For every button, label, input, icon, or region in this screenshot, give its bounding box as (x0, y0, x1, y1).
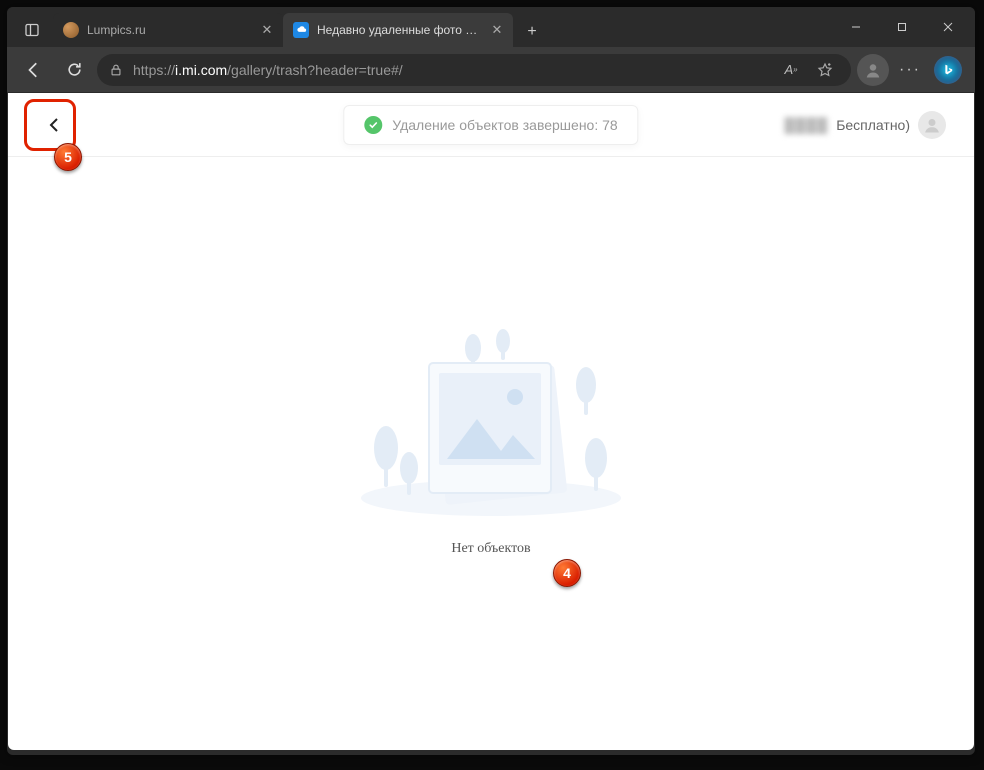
user-plan: Бесплатно) (836, 117, 910, 133)
empty-state: Нет объектов (8, 293, 974, 557)
close-window-button[interactable] (925, 11, 971, 43)
page-content: Удаление объектов завершено: 78 ████ Бесп… (8, 93, 974, 750)
empty-illustration (341, 293, 641, 523)
bing-icon (934, 56, 962, 84)
tab-actions-button[interactable] (15, 13, 49, 47)
bing-button[interactable] (931, 53, 965, 87)
read-aloud-icon[interactable]: A» (777, 56, 805, 84)
tab-title: Недавно удаленные фото и вид (317, 23, 481, 37)
tab-active[interactable]: Недавно удаленные фото и вид ✕ (283, 13, 513, 47)
favorite-icon[interactable] (811, 56, 839, 84)
empty-state-text: Нет объектов (451, 541, 530, 557)
refresh-button[interactable] (57, 53, 91, 87)
status-toast: Удаление объектов завершено: 78 (343, 105, 638, 145)
favicon-lumpics (63, 22, 79, 38)
browser-window: Lumpics.ru ✕ Недавно удаленные фото и ви… (7, 7, 975, 755)
toolbar-right: ··· (857, 53, 965, 87)
page-header: Удаление объектов завершено: 78 ████ Бесп… (8, 93, 974, 157)
page-back-button[interactable] (36, 107, 72, 143)
tabs-area: Lumpics.ru ✕ Недавно удаленные фото и ви… (7, 7, 833, 47)
maximize-button[interactable] (879, 11, 925, 43)
status-text: Удаление объектов завершено: 78 (392, 117, 617, 133)
lock-icon (109, 63, 123, 77)
user-name-blurred: ████ (785, 117, 829, 133)
more-button[interactable]: ··· (893, 53, 927, 87)
url-field[interactable]: https://i.mi.com/gallery/trash?header=tr… (97, 54, 851, 86)
minimize-button[interactable] (833, 11, 879, 43)
profile-button[interactable] (857, 54, 889, 86)
window-controls (833, 11, 975, 43)
new-tab-button[interactable]: + (517, 17, 547, 47)
tab-lumpics[interactable]: Lumpics.ru ✕ (53, 13, 283, 47)
back-button[interactable] (17, 53, 51, 87)
user-area[interactable]: ████ Бесплатно) (785, 111, 946, 139)
tab-title: Lumpics.ru (87, 23, 251, 37)
titlebar: Lumpics.ru ✕ Недавно удаленные фото и ви… (7, 7, 975, 47)
close-icon[interactable]: ✕ (259, 22, 275, 38)
favicon-micloud (293, 22, 309, 38)
url-text: https://i.mi.com/gallery/trash?header=tr… (133, 62, 767, 78)
close-icon[interactable]: ✕ (489, 22, 505, 38)
checkmark-icon (364, 116, 382, 134)
address-bar: https://i.mi.com/gallery/trash?header=tr… (7, 47, 975, 92)
avatar[interactable] (918, 111, 946, 139)
